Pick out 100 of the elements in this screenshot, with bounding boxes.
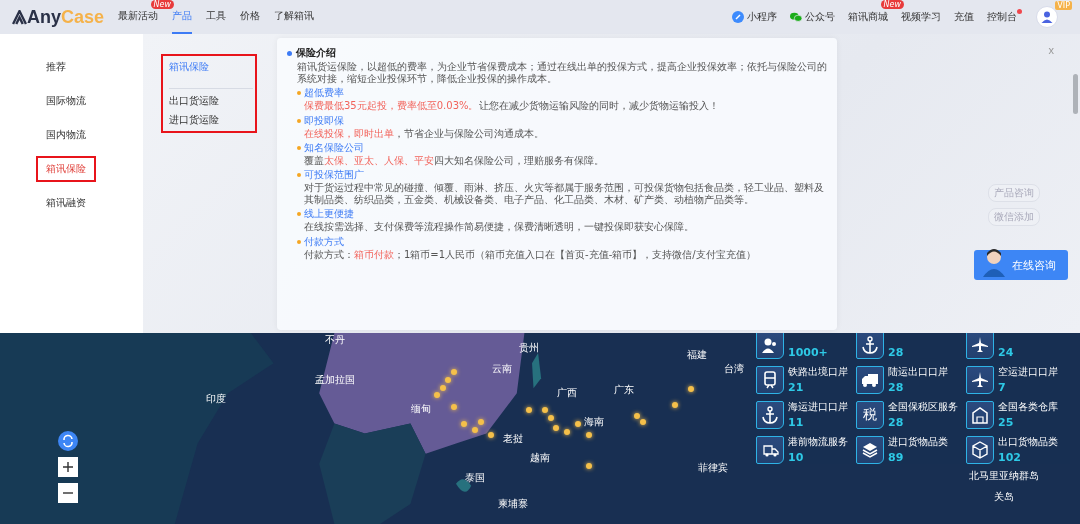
stat-value: 1000+ [788, 346, 828, 359]
bullet-icon [297, 212, 301, 217]
scrollbar[interactable] [1073, 74, 1078, 114]
stat-value: 21 [788, 381, 805, 394]
port-marker [450, 403, 457, 410]
section-title: 可投保范围广 [304, 167, 364, 182]
person-icon [1040, 10, 1054, 24]
submenu-title[interactable]: 箱讯保险 [169, 60, 253, 89]
nav-link[interactable]: 了解箱讯 [274, 0, 315, 34]
nav-link[interactable]: 工具 [206, 0, 227, 34]
port-marker [585, 462, 592, 469]
new-badge: New [150, 0, 175, 9]
anchor-icon [761, 406, 779, 424]
section-text: 对于货运过程中常见的碰撞、倾覆、雨淋、挤压、火灾等都属于服务范围，可投保货物包括食品类，轻工业品、塑料及其制品类、纺织品类，五金类、机械设备类、电子产品、化工品类、木材、矿产类、动植物产品类等。 [304, 181, 825, 207]
stat-label: 全国保税区服务 [888, 400, 958, 414]
warehouse-icon [971, 406, 989, 424]
zoom-out-button[interactable] [58, 483, 78, 503]
sidebar-item[interactable]: 箱讯保险 [38, 158, 94, 180]
map-label: 越南 [530, 451, 550, 466]
map-label: 广东 [614, 382, 635, 397]
people-icon [761, 336, 779, 354]
section-text: 在线按需选择、支付保费等流程操作简易便捷，保费清晰透明，一键投保即获安心保障。 [304, 221, 695, 234]
online-consult-button[interactable]: 在线咨询 [974, 250, 1068, 280]
map-label: 福建 [686, 348, 707, 363]
submenu-item[interactable]: 出口货运险 [169, 94, 249, 108]
map-label: 孟加拉国 [314, 373, 355, 388]
agent-icon [980, 247, 1008, 277]
port-marker [672, 401, 678, 408]
sidebar-item[interactable]: 箱讯融资 [38, 192, 94, 214]
refresh-icon [61, 434, 75, 448]
section-title: 付款方式 [304, 234, 344, 249]
port-marker [688, 386, 695, 393]
nav-link[interactable]: 充值 [954, 10, 974, 24]
stat-value: 10 [788, 451, 805, 464]
new-badge: New [880, 0, 904, 9]
nav-link[interactable]: 视频学习 [901, 10, 941, 24]
stat-label: 海运进口口岸 [788, 400, 848, 414]
section-text: 付款方式：箱币付款；1箱币=1人民币（箱币充值入口在【首页-充值-箱币】，支持微信/支付宝充值） [304, 248, 757, 261]
truck-icon [861, 371, 879, 389]
box-icon [971, 441, 989, 459]
chat-icon [790, 11, 802, 23]
link-icon [732, 11, 744, 23]
port-marker [488, 432, 495, 439]
submenu-item[interactable]: 进口货运险 [169, 113, 249, 127]
logo-text: Any [27, 6, 61, 28]
nav-link[interactable]: 控制台 [987, 10, 1017, 24]
map-label: 海南 [584, 415, 604, 430]
logo[interactable]: AnyCase [12, 6, 105, 28]
stat-value: 7 [998, 381, 1007, 394]
map-label: 贵州 [519, 340, 540, 355]
stat-label: 铁路出境口岸 [788, 365, 848, 379]
sidebar-item[interactable]: 国际物流 [38, 90, 94, 112]
tax-tile: 税 [856, 401, 884, 429]
port-marker [564, 428, 570, 435]
layers-icon [861, 441, 879, 459]
map-label: 广西 [557, 386, 577, 401]
stat-value: 28 [888, 346, 904, 359]
port-marker [461, 420, 468, 427]
section-title: 即投即保 [304, 113, 344, 128]
stat-value: 28 [888, 381, 905, 394]
map-label: 老挝 [503, 432, 523, 447]
stat-value: 28 [888, 416, 905, 429]
map-label: 北马里亚纳群岛 [969, 468, 1040, 483]
stat-value: 102 [998, 451, 1022, 464]
stat-value: 11 [788, 416, 805, 429]
avatar[interactable] [1036, 6, 1058, 28]
map-label: 印度 [206, 392, 226, 407]
sidebar-item[interactable]: 国内物流 [38, 124, 94, 146]
zoom-in-button[interactable] [58, 457, 78, 477]
bullet-icon [297, 145, 301, 150]
section-text: 保费最低35元起投，费率低至0.03%。让您在减少货物运输风险的同时，减少货物运输投入！ [304, 100, 720, 113]
stat-label: 进口货物品类 [888, 435, 948, 449]
nav-link[interactable]: 公众号 [805, 10, 835, 24]
sidebar-item[interactable]: 推荐 [38, 56, 74, 78]
section-title: 知名保险公司 [304, 140, 364, 155]
anchor-icon [861, 336, 879, 354]
nav-link[interactable]: 小程序 [747, 10, 777, 24]
plus-icon [63, 462, 73, 472]
nav-link[interactable]: 箱讯商城 [848, 10, 888, 24]
nav-link[interactable]: 价格 [240, 0, 261, 34]
stat-label: 全国各类仓库 [998, 400, 1058, 414]
section-text: 覆盖太保、亚太、人保、平安四大知名保险公司，理赔服务有保障。 [304, 154, 605, 167]
map-label: 关岛 [994, 489, 1015, 504]
port-marker [553, 424, 560, 431]
stat-label: 港前物流服务 [788, 435, 848, 449]
map-label: 泰国 [465, 470, 486, 485]
bullet-icon [297, 172, 301, 177]
stat-label: 陆运出口口岸 [888, 365, 948, 379]
stat-label: 空运进口口岸 [998, 365, 1058, 379]
bullet-icon [287, 50, 292, 56]
map-label: 台湾 [724, 361, 745, 376]
train-icon [761, 371, 779, 389]
section-title: 线上更便捷 [304, 207, 354, 221]
section-text: 在线投保，即时出单，节省企业与保险公司沟通成本。 [304, 127, 545, 140]
stat-label: 出口货物品类 [998, 435, 1058, 449]
port-marker [574, 420, 581, 427]
bullet-icon [297, 239, 301, 244]
port-marker [585, 432, 592, 439]
section-title: 超低费率 [304, 86, 344, 101]
stat-value: 24 [998, 346, 1014, 359]
